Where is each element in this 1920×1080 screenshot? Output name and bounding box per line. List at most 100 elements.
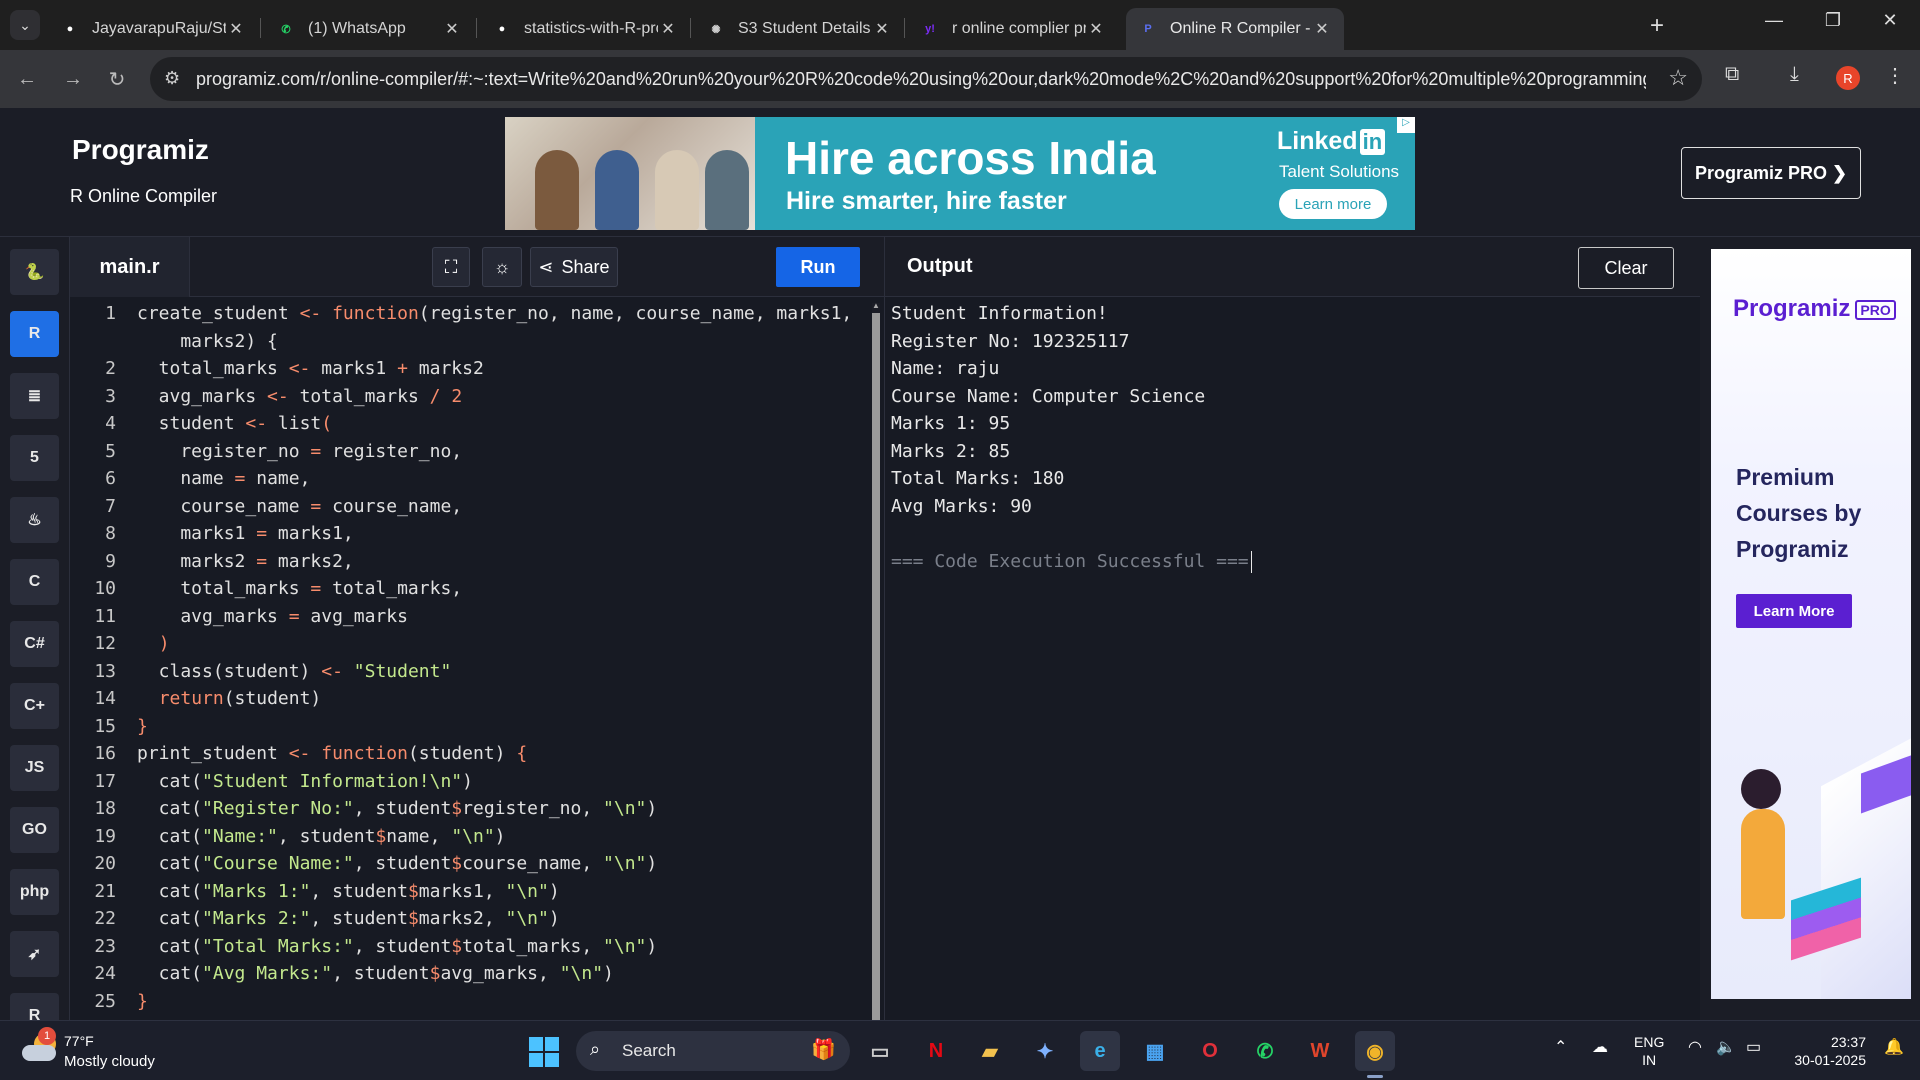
opera-icon[interactable]: O [1190, 1031, 1230, 1071]
whatsapp-icon[interactable]: ✆ [1245, 1031, 1285, 1071]
language-r-icon[interactable]: R [10, 311, 59, 357]
language-php-icon[interactable]: php [10, 869, 59, 915]
code-line[interactable]: 19 cat("Name:", student$name, "\n") [70, 826, 870, 853]
browser-tab[interactable]: P Online R Compiler - Progra✕ [1126, 8, 1344, 50]
ad-learn-more-button[interactable]: Learn more [1279, 189, 1387, 219]
download-icon[interactable]: ⤓ [1790, 63, 1799, 86]
code-line[interactable]: 25} [70, 991, 870, 1018]
tab-search-button[interactable]: ⌄ [10, 10, 40, 40]
code-line[interactable]: 5 register_no = register_no, [70, 441, 870, 468]
language-c-icon[interactable]: C [10, 559, 59, 605]
language-html-icon[interactable]: 5 [10, 435, 59, 481]
code-line[interactable]: 23 cat("Total Marks:", student$total_mar… [70, 936, 870, 963]
code-line[interactable]: 17 cat("Student Information!\n") [70, 771, 870, 798]
programiz-pro-ad[interactable]: Programiz PRO Premium Courses by Programi… [1711, 249, 1911, 999]
code-line[interactable]: marks2) { [70, 331, 870, 358]
code-line[interactable]: 7 course_name = course_name, [70, 496, 870, 523]
language-python-icon[interactable]: 🐍 [10, 249, 59, 295]
tray-overflow-icon[interactable]: ⌃ [1554, 1037, 1567, 1057]
bookmark-star-icon[interactable]: ☆ [1668, 65, 1688, 91]
editor-scrollbar-thumb[interactable] [872, 313, 880, 1020]
code-line[interactable]: 16 print_student <- function(student) { [70, 743, 870, 770]
system-clock[interactable]: 23:37 30-01-2025 [1786, 1033, 1866, 1069]
browser-tab[interactable]: ● statistics-with-R-programm✕ [480, 8, 690, 50]
code-line[interactable]: 12 ) [70, 633, 870, 660]
code-line[interactable]: 9 marks2 = marks2, [70, 551, 870, 578]
profile-avatar[interactable]: R [1836, 66, 1860, 90]
theme-toggle-icon[interactable]: ☼ [482, 247, 522, 287]
adchoices-icon[interactable]: ▷ [1397, 117, 1415, 133]
minimize-icon[interactable]: — [1754, 10, 1794, 31]
windows-start-icon[interactable] [529, 1037, 559, 1067]
browser-tab[interactable]: ● JayavarapuRaju/Statistics-w✕ [48, 8, 258, 50]
close-tab-icon[interactable]: ✕ [658, 19, 678, 39]
linkedin-ad-banner[interactable]: Hire across India Hire smarter, hire fas… [505, 117, 1415, 230]
close-window-icon[interactable]: ✕ [1870, 10, 1910, 31]
share-button[interactable]: ⋖ Share [530, 247, 618, 287]
forward-icon[interactable]: → [58, 64, 88, 94]
close-tab-icon[interactable]: ✕ [1312, 19, 1332, 39]
code-line[interactable]: 3 avg_marks <- total_marks / 2 [70, 386, 870, 413]
wifi-icon[interactable]: ◠ [1688, 1037, 1702, 1057]
taskbar-search[interactable]: ⌕ Search 🎁 [576, 1031, 850, 1071]
code-line[interactable]: 13 class(student) <- "Student" [70, 661, 870, 688]
close-tab-icon[interactable]: ✕ [872, 19, 892, 39]
store-icon[interactable]: ▦ [1135, 1031, 1175, 1071]
code-line[interactable]: 15} [70, 716, 870, 743]
code-line[interactable]: 22 cat("Marks 2:", student$marks2, "\n") [70, 908, 870, 935]
code-line[interactable]: 20 cat("Course Name:", student$course_na… [70, 853, 870, 880]
edge-icon[interactable]: e [1080, 1031, 1120, 1071]
language-cpp-icon[interactable]: C+ [10, 683, 59, 729]
restore-icon[interactable]: ❐ [1813, 10, 1853, 31]
weather-description[interactable]: Mostly cloudy [64, 1053, 155, 1070]
language-go-icon[interactable]: GO [10, 807, 59, 853]
code-line[interactable]: 2 total_marks <- marks1 + marks2 [70, 358, 870, 385]
language-swift-icon[interactable]: ➶ [10, 931, 59, 977]
code-line[interactable]: 8 marks1 = marks1, [70, 523, 870, 550]
close-tab-icon[interactable]: ✕ [1086, 19, 1106, 39]
language-rust-icon[interactable]: R [10, 993, 59, 1020]
notification-bell-icon[interactable]: 🔔 [1884, 1037, 1904, 1057]
language-csharp-icon[interactable]: C# [10, 621, 59, 667]
task-view-icon[interactable]: ▭ [860, 1031, 900, 1071]
browser-tab[interactable]: ✺ S3 Student Details Clarifica✕ [694, 8, 904, 50]
browser-tab[interactable]: ✆ (1) WhatsApp ✕ [264, 8, 474, 50]
clear-button[interactable]: Clear [1578, 247, 1674, 289]
volume-icon[interactable]: 🔈 [1716, 1037, 1736, 1057]
language-sql-icon[interactable]: ≣ [10, 373, 59, 419]
language-java-icon[interactable]: ♨ [10, 497, 59, 543]
code-line[interactable]: 24 cat("Avg Marks:", student$avg_marks, … [70, 963, 870, 990]
close-tab-icon[interactable]: ✕ [442, 19, 462, 39]
back-icon[interactable]: ← [12, 64, 42, 94]
ad-learn-more-button[interactable]: Learn More [1736, 594, 1852, 628]
run-button[interactable]: Run [776, 247, 860, 287]
copilot-icon[interactable]: ✦ [1025, 1031, 1065, 1071]
output-console[interactable]: Student Information! Register No: 1923251… [884, 297, 1700, 1020]
code-line[interactable]: 1 create_student <- function(register_no,… [70, 303, 870, 330]
code-line[interactable]: 6 name = name, [70, 468, 870, 495]
site-info-icon[interactable]: ⚙ [164, 68, 180, 89]
netflix-icon[interactable]: N [916, 1031, 956, 1071]
code-line[interactable]: 14 return(student) [70, 688, 870, 715]
close-tab-icon[interactable]: ✕ [226, 19, 246, 39]
battery-icon[interactable]: ▭ [1746, 1037, 1761, 1057]
browser-menu-icon[interactable]: ⋮ [1885, 63, 1905, 88]
wps-office-icon[interactable]: W [1300, 1031, 1340, 1071]
extensions-icon[interactable]: ⧉ [1725, 63, 1739, 86]
temperature[interactable]: 77°F [64, 1033, 94, 1049]
language-js-icon[interactable]: JS [10, 745, 59, 791]
code-editor[interactable]: 1 create_student <- function(register_no,… [70, 297, 884, 1020]
new-tab-button[interactable]: + [1650, 12, 1664, 40]
code-line[interactable]: 10 total_marks = total_marks, [70, 578, 870, 605]
file-tab-main-r[interactable]: main.r [70, 237, 190, 297]
chrome-icon[interactable]: ◉ [1355, 1031, 1395, 1071]
file-explorer-icon[interactable]: ▰ [970, 1031, 1010, 1071]
programiz-logo[interactable]: Programiz [72, 134, 209, 166]
input-language-indicator[interactable]: ENG IN [1634, 1033, 1664, 1069]
programiz-pro-button[interactable]: Programiz PRO ❯ [1681, 147, 1861, 199]
code-line[interactable]: 21 cat("Marks 1:", student$marks1, "\n") [70, 881, 870, 908]
browser-tab[interactable]: y! r online complier program✕ [908, 8, 1118, 50]
fullscreen-icon[interactable]: ⛶ [432, 247, 470, 287]
reload-icon[interactable]: ↻ [102, 64, 132, 94]
address-bar[interactable]: ⚙ programiz.com/r/online-compiler/#:~:te… [150, 57, 1702, 101]
